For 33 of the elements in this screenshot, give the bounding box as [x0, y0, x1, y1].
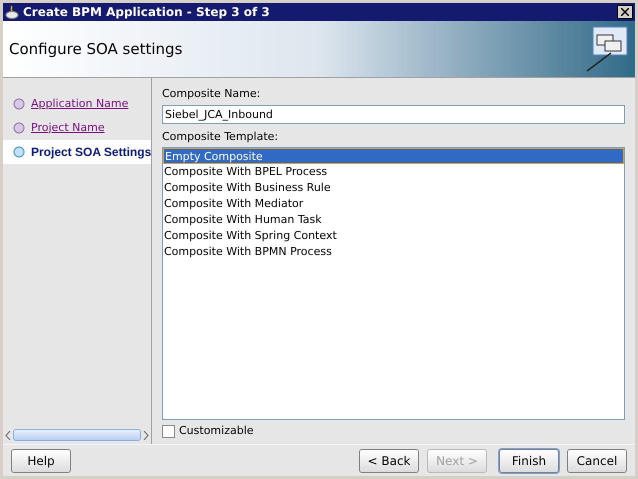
dialog-button[interactable]: Finish [499, 448, 559, 472]
template-item[interactable]: Composite With Business Rule [163, 180, 624, 196]
step-label: Project SOA Settings [31, 144, 152, 161]
horizontal-scrollbar[interactable] [3, 428, 151, 442]
window-title: Create BPM Application - Step 3 of 3 [23, 4, 271, 21]
step-node-icon [11, 144, 27, 160]
checkbox[interactable] [162, 424, 175, 438]
template-item[interactable]: Composite With Human Task [163, 212, 624, 228]
step-item[interactable]: Project Name [3, 116, 151, 140]
dialog-button[interactable]: Cancel [567, 448, 627, 472]
dialog-button[interactable]: < Back [359, 448, 419, 472]
template-item[interactable]: Composite With BPMN Process [163, 244, 624, 260]
template-item[interactable]: Composite With Mediator [163, 196, 624, 212]
checkbox-label: Customizable [179, 422, 254, 439]
scrollbar-thumb[interactable] [13, 429, 141, 441]
windows-icon [585, 25, 629, 73]
template-item[interactable]: Composite With BPEL Process [163, 164, 624, 180]
close-icon [621, 8, 629, 16]
step-label: Application Name [31, 96, 128, 112]
template-item[interactable]: Empty Composite [163, 148, 624, 164]
step-item[interactable]: Project SOA Settings [3, 140, 151, 164]
step-label: Project Name [31, 120, 105, 136]
field-label: Composite Template: [162, 128, 280, 144]
step-item[interactable]: Application Name [3, 92, 151, 116]
coffee-cup-icon [5, 5, 20, 19]
dialog-button[interactable]: Help [11, 448, 71, 472]
close-button[interactable] [617, 5, 633, 19]
field-label: Composite Name: [162, 86, 262, 102]
page-title: Configure SOA settings [9, 38, 182, 60]
composite-name-field[interactable]: Siebel_JCA_Inbound [162, 104, 625, 124]
template-item[interactable]: Composite With Spring Context [163, 228, 624, 244]
step-node-icon [11, 96, 27, 112]
step-node-icon [11, 120, 27, 136]
